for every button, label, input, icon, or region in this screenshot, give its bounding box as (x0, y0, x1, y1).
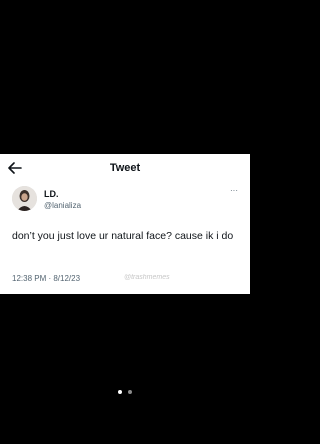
pager-dot[interactable] (128, 389, 132, 394)
carousel-pager (0, 383, 250, 394)
tweet-author-row: LD. @lanializa ··· (12, 186, 238, 216)
screen: Tweet LD. @lanializa ··· don’t you just … (0, 0, 250, 444)
tweet-timestamp[interactable]: 12:38 PM · 8/12/23 (12, 274, 80, 283)
pager-dot-active[interactable] (118, 389, 122, 394)
tweet-text: don’t you just love ur natural face? cau… (12, 230, 234, 242)
user-handle[interactable]: @lanializa (44, 201, 81, 210)
top-bar: Tweet (0, 154, 250, 182)
display-name[interactable]: LD. (44, 189, 59, 199)
back-arrow-icon[interactable] (8, 162, 22, 174)
avatar-photo (12, 186, 37, 211)
more-options-icon[interactable]: ··· (230, 186, 238, 195)
tweet-card: Tweet LD. @lanializa ··· don’t you just … (0, 154, 250, 294)
avatar[interactable] (12, 186, 37, 211)
watermark: @trashmemes (124, 274, 170, 281)
page-title: Tweet (109, 162, 141, 174)
